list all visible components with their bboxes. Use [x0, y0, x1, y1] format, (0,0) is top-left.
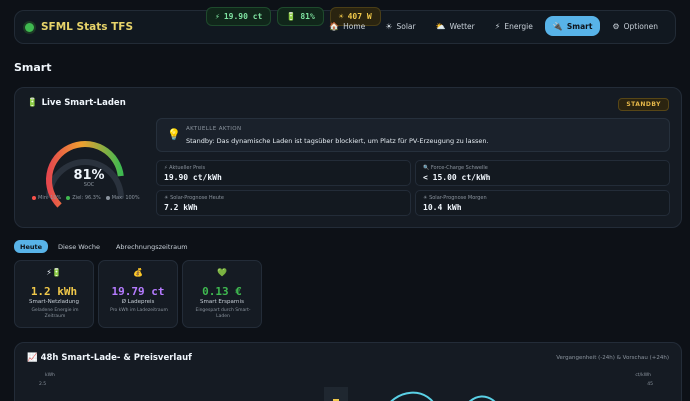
action-kicker: AKTUELLE AKTION [186, 126, 242, 132]
summary-label: Smart Ersparnis [200, 299, 244, 305]
action-text: Standby: Das dynamische Laden ist tagsüb… [186, 137, 489, 145]
stat-value: 10.4 kWh [423, 203, 462, 212]
nav-wetter-label: Wetter [449, 21, 475, 31]
nav-optionen-label: Optionen [623, 21, 658, 31]
soc-legend: Min: 10% Ziel: 96.3% Max: 100% [32, 195, 140, 201]
money-bag-icon: 💰 [133, 268, 143, 277]
tab-heute[interactable]: Heute [14, 240, 48, 253]
lightning-icon: ⚡ [494, 21, 501, 31]
legend-min-dot [32, 195, 36, 200]
stat-label: 🔍 Force-Charge Schwelle [423, 165, 488, 171]
nav-solar-label: Solar [396, 21, 416, 31]
lightning-battery-icon: ⚡🔋 [46, 268, 62, 277]
summary-label: Smart-Netzladung [28, 299, 79, 305]
nav-energie-label: Energie [504, 21, 533, 31]
legend-target: Ziel: 96.3% [66, 195, 101, 201]
main-nav: 🏠 Home ☀ Solar ⛅ Wetter ⚡ Energie 🔌 Smar… [321, 16, 666, 36]
battery-icon: 🔋 [286, 12, 297, 21]
stat-force-charge-threshold: 🔍 Force-Charge Schwelle < 15.00 ct/kWh [415, 160, 670, 186]
live-card-title-text: Live Smart-Laden [41, 98, 126, 108]
history-chart-card: 📈 48h Smart-Lade- & Preisverlauf Vergang… [14, 342, 682, 401]
nav-home-label: Home [343, 21, 366, 31]
lightning-icon: ⚡ [215, 12, 220, 21]
home-icon: 🏠 [329, 21, 340, 31]
legend-target-dot [66, 195, 71, 200]
nav-optionen[interactable]: ⚙ Optionen [604, 16, 666, 36]
summary-value: 19.79 ct [111, 285, 165, 298]
stat-label: ☀ Solar-Prognose Heute [164, 195, 224, 201]
summary-card-netzladung: ⚡🔋 1.2 kWh Smart-Netzladung Geladene Ene… [14, 260, 94, 328]
summary-card-ladepreis: 💰 19.79 ct Ø Ladepreis Pro kWh im Ladeze… [98, 260, 178, 328]
stat-value: 7.2 kWh [164, 203, 198, 212]
live-smart-card: 🔋 Live Smart-Laden STANDBY 81% SOC Min: … [14, 87, 682, 228]
legend-max: Max: 100% [105, 195, 140, 201]
soc-label: SOC [83, 182, 95, 188]
chart-canvas [324, 387, 496, 401]
summary-label: Ø Ladepreis [121, 299, 155, 305]
legend-max-dot [105, 195, 110, 200]
summary-value: 1.2 kWh [30, 285, 78, 298]
page-title: Smart [14, 61, 52, 74]
soc-value: 81% [73, 168, 105, 183]
live-card-title: 🔋 Live Smart-Laden [27, 98, 126, 108]
brand-title: SFML Stats TFS [41, 21, 134, 33]
soc-pill-value: 81% [300, 12, 315, 21]
brand[interactable]: SFML Stats TFS [25, 21, 133, 33]
price-pill-value: 19.90 ct [223, 12, 263, 21]
gear-icon: ⚙ [612, 21, 620, 31]
legend-min: Min: 10% [32, 195, 61, 201]
stat-solar-tomorrow: ☀ Solar-Prognose Morgen 10.4 kWh [415, 190, 670, 216]
stat-value: 19.90 ct/kWh [164, 173, 222, 182]
battery-icon: 🔋 [27, 98, 38, 108]
plug-icon: 🔌 [552, 21, 563, 31]
green-heart-icon: 💚 [217, 268, 227, 277]
nav-wetter[interactable]: ⛅ Wetter [428, 16, 483, 36]
status-badge: STANDBY [618, 98, 669, 111]
stat-solar-today: ☀ Solar-Prognose Heute 7.2 kWh [156, 190, 411, 216]
lightbulb-icon: 💡 [167, 128, 181, 141]
nav-smart[interactable]: 🔌 Smart [544, 16, 601, 36]
tab-diese-woche[interactable]: Diese Woche [52, 240, 106, 253]
summary-sub: Geladene Energie im Zeitraum [31, 308, 79, 319]
summary-sub: Pro kWh im Ladezeitraum [110, 308, 168, 313]
summary-sub: Eingespart durch Smart-Laden [195, 308, 251, 319]
stat-label: ⚡ Aktueller Preis [164, 165, 206, 171]
stat-current-price: ⚡ Aktueller Preis 19.90 ct/kWh [156, 160, 411, 186]
chart-line [390, 391, 434, 401]
summary-card-ersparnis: 💚 0.13 € Smart Ersparnis Eingespart durc… [182, 260, 262, 328]
period-tabs: Heute Diese Woche Abrechnungszeitraum [14, 240, 194, 253]
stat-label: ☀ Solar-Prognose Morgen [423, 195, 487, 201]
chart-bar [324, 387, 348, 401]
nav-home[interactable]: 🏠 Home [321, 16, 373, 36]
price-pill: ⚡ 19.90 ct [206, 7, 272, 26]
chart-line [468, 395, 496, 401]
stat-value: < 15.00 ct/kWh [423, 173, 491, 182]
current-action-box: 💡 AKTUELLE AKTION Standby: Das dynamisch… [156, 118, 670, 152]
summary-value: 0.13 € [202, 285, 242, 298]
sun-icon: ☀ [385, 21, 393, 31]
weather-icon: ⛅ [435, 21, 446, 31]
soc-pill: 🔋 81% [277, 7, 324, 26]
nav-solar[interactable]: ☀ Solar [377, 16, 423, 36]
nav-smart-label: Smart [566, 21, 593, 31]
tab-abrechnungszeitraum[interactable]: Abrechnungszeitraum [110, 240, 194, 253]
nav-energie[interactable]: ⚡ Energie [487, 16, 541, 36]
status-dot-icon [25, 22, 34, 32]
